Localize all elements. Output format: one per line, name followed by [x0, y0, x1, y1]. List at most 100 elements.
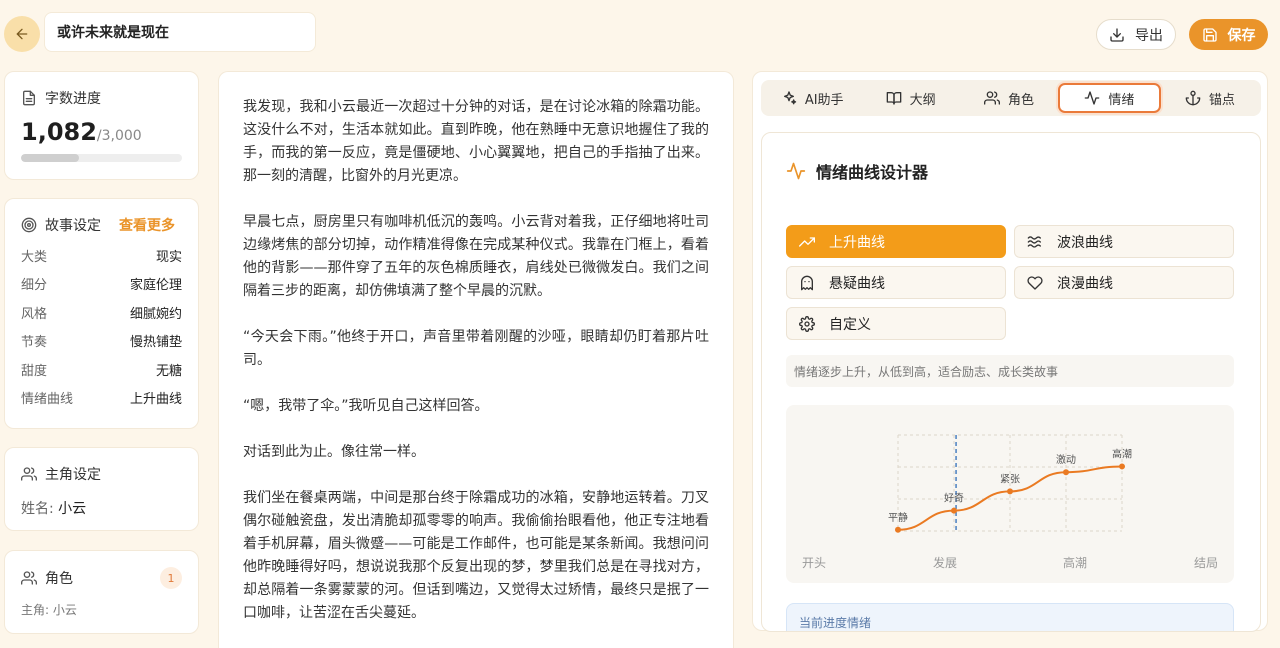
sparkles-icon	[783, 91, 797, 105]
stage-label: 发展	[933, 555, 957, 570]
designer-header: 情绪曲线设计器	[786, 159, 928, 183]
story-settings-list: 大类 现实 细分 家庭伦理 风格 细腻婉约 节奏 慢热铺垫 甜度 无糖 情绪曲线 上升曲线	[21, 241, 182, 412]
curve-button-heart[interactable]: 浪漫曲线	[1014, 266, 1234, 299]
story-paragraph: “嗯，我带了伞。”我听见自己这样回答。	[243, 398, 489, 414]
stage-label: 开头	[802, 556, 826, 570]
story-setting-value: 慢热铺垫	[129, 335, 182, 351]
curve-button-label: 悬疑曲线	[829, 275, 885, 292]
curve-button-label: 浪漫曲线	[1057, 275, 1113, 292]
export-label: 导出	[1135, 27, 1163, 44]
protagonist-title: 主角设定	[45, 467, 101, 483]
story-setting-key: 细分	[21, 278, 48, 294]
tab-sparkles[interactable]: AI助手	[763, 83, 861, 113]
protagonist-name: 小云	[58, 501, 87, 517]
tab-label: 角色	[1008, 92, 1035, 108]
view-more-link[interactable]: 查看更多	[119, 215, 175, 235]
story-paragraph: 我发现，我和小云最近一次超过十分钟的对话，是在讨论冰箱的除霜功能。这没什么不对，…	[243, 99, 709, 184]
emotion-point-label: 好奇	[944, 492, 964, 505]
emotion-point	[951, 507, 957, 514]
story-setting-value: 现实	[155, 249, 182, 265]
roles-card[interactable]: 角色 1 主角: 小云	[4, 550, 199, 634]
emotion-point-label: 紧张	[1000, 473, 1020, 485]
activity-icon	[1085, 91, 1100, 105]
emotion-point-label: 平静	[888, 511, 908, 524]
stage-label: 高潮	[1063, 555, 1087, 570]
back-button[interactable]	[4, 16, 40, 52]
story-setting-value: 上升曲线	[129, 392, 182, 408]
stage-label: 结局	[1194, 556, 1218, 570]
curve-description: 情绪逐步上升，从低到高，适合励志、成长类故事	[786, 355, 1234, 387]
story-settings-card: 故事设定 查看更多 大类 现实 细分 家庭伦理 风格 细腻婉约 节奏 慢热铺垫 甜度 无糖 情绪曲线…	[4, 198, 199, 429]
ghost-icon	[801, 275, 813, 290]
target-icon	[21, 217, 37, 233]
story-setting-row: 甜度 无糖	[21, 355, 182, 384]
story-setting-row: 细分 家庭伦理	[21, 270, 182, 299]
story-setting-row: 节奏 慢热铺垫	[21, 327, 182, 356]
story-setting-key: 大类	[21, 249, 48, 265]
protagonist-name-label: 姓名:	[21, 501, 54, 517]
story-paragraph: 我们坐在餐桌两端，中间是那台终于除霜成功的冰箱，安静地运转着。刀叉偶尔碰触瓷盘，…	[243, 490, 709, 621]
curve-button-label: 上升曲线	[829, 234, 885, 251]
tab-label: 情绪	[1108, 92, 1135, 108]
users-icon	[21, 467, 37, 481]
story-setting-value: 家庭伦理	[129, 278, 182, 294]
protagonist-card: 主角设定 姓名: 小云	[4, 447, 199, 531]
emotion-point-label: 高潮	[1112, 447, 1132, 460]
designer-title: 情绪曲线设计器	[816, 163, 929, 182]
roles-title: 角色	[45, 571, 73, 587]
export-button[interactable]: 导出	[1096, 19, 1176, 50]
activity-icon	[786, 162, 806, 180]
story-paragraph: “今天会下雨。”他终于开口，声音里带着刚醒的沙哑，眼睛却仍盯着那片吐司。	[243, 329, 709, 368]
story-paragraph: 早晨七点，厨房里只有咖啡机低沉的轰鸣。小云背对着我，正仔细地将吐司边缘烤焦的部分…	[243, 214, 709, 299]
tab-book[interactable]: 大纲	[861, 83, 959, 113]
roles-subtitle: 主角: 小云	[21, 603, 77, 617]
story-setting-key: 风格	[21, 306, 48, 322]
current-emotion-label: 当前进度情绪	[799, 616, 872, 630]
settings-icon	[799, 315, 815, 332]
story-editor[interactable]: 我发现，我和小云最近一次超过十分钟的对话，是在讨论冰箱的除霜功能。这没什么不对，…	[218, 71, 734, 648]
anchor-icon	[1185, 90, 1201, 106]
book-icon	[886, 92, 901, 105]
word-count-total: /3,000	[96, 128, 142, 144]
emotion-point	[1063, 469, 1069, 476]
tab-users[interactable]: 角色	[960, 83, 1058, 113]
document-icon	[23, 90, 35, 106]
emotion-curve-designer: 情绪曲线设计器 上升曲线 波浪曲线悬疑曲线 浪漫曲线自定义 情绪逐步上升，从低到高，…	[761, 132, 1261, 632]
word-progress-fill	[21, 154, 79, 162]
story-setting-key: 节奏	[21, 335, 48, 351]
emotion-point	[895, 526, 901, 533]
save-button[interactable]: 保存	[1189, 19, 1268, 50]
protagonist-header: 主角设定	[21, 464, 182, 484]
curve-button-label: 自定义	[829, 316, 871, 333]
curve-button-waves[interactable]: 波浪曲线	[1014, 225, 1234, 258]
users-icon	[21, 571, 37, 585]
curve-button-ghost[interactable]: 悬疑曲线	[786, 266, 1006, 299]
arrow-left-icon	[16, 28, 28, 40]
roles-count-badge: 1	[160, 567, 182, 589]
tab-label: 大纲	[909, 92, 936, 108]
heart-icon	[1027, 275, 1043, 290]
emotion-chart-svg: 平静好奇紧张激动高潮开头 发展 高潮 结局	[802, 434, 1218, 570]
emotion-point-label: 激动	[1056, 453, 1076, 466]
save-icon	[1202, 27, 1217, 42]
right-panel: AI助手 大纲 角色 情绪 锚点 情绪曲线设计器 上升曲线 波浪曲线悬疑曲线 浪漫曲线自定义…	[752, 71, 1268, 632]
users-icon	[984, 91, 1000, 105]
story-setting-row: 情绪曲线 上升曲线	[21, 384, 182, 413]
curve-button-settings[interactable]: 自定义	[786, 307, 1006, 340]
story-settings-title: 故事设定	[45, 218, 101, 234]
emotion-chart[interactable]: 平静 好奇 紧张 激动 高潮 开头 发展 高潮 结局	[786, 405, 1234, 583]
tab-activity[interactable]: 情绪	[1058, 83, 1161, 113]
curve-button-trending-up[interactable]: 上升曲线	[786, 225, 1006, 258]
word-progress-card: 字数进度 1,082/3,000	[4, 71, 199, 180]
tab-label: 锚点	[1208, 92, 1235, 108]
story-setting-key: 甜度	[21, 363, 48, 379]
story-setting-key: 情绪曲线	[21, 392, 74, 408]
word-count: 1,082/3,000	[21, 118, 182, 146]
story-setting-row: 大类 现实	[21, 241, 182, 270]
word-progress-title: 字数进度	[45, 91, 101, 107]
document-title-input[interactable]: 或许未来就是现在	[44, 12, 316, 52]
trending-up-icon	[799, 236, 815, 247]
tab-anchor[interactable]: 锚点	[1161, 83, 1259, 113]
emotion-point	[1007, 488, 1013, 495]
curve-button-label: 波浪曲线	[1057, 234, 1113, 251]
